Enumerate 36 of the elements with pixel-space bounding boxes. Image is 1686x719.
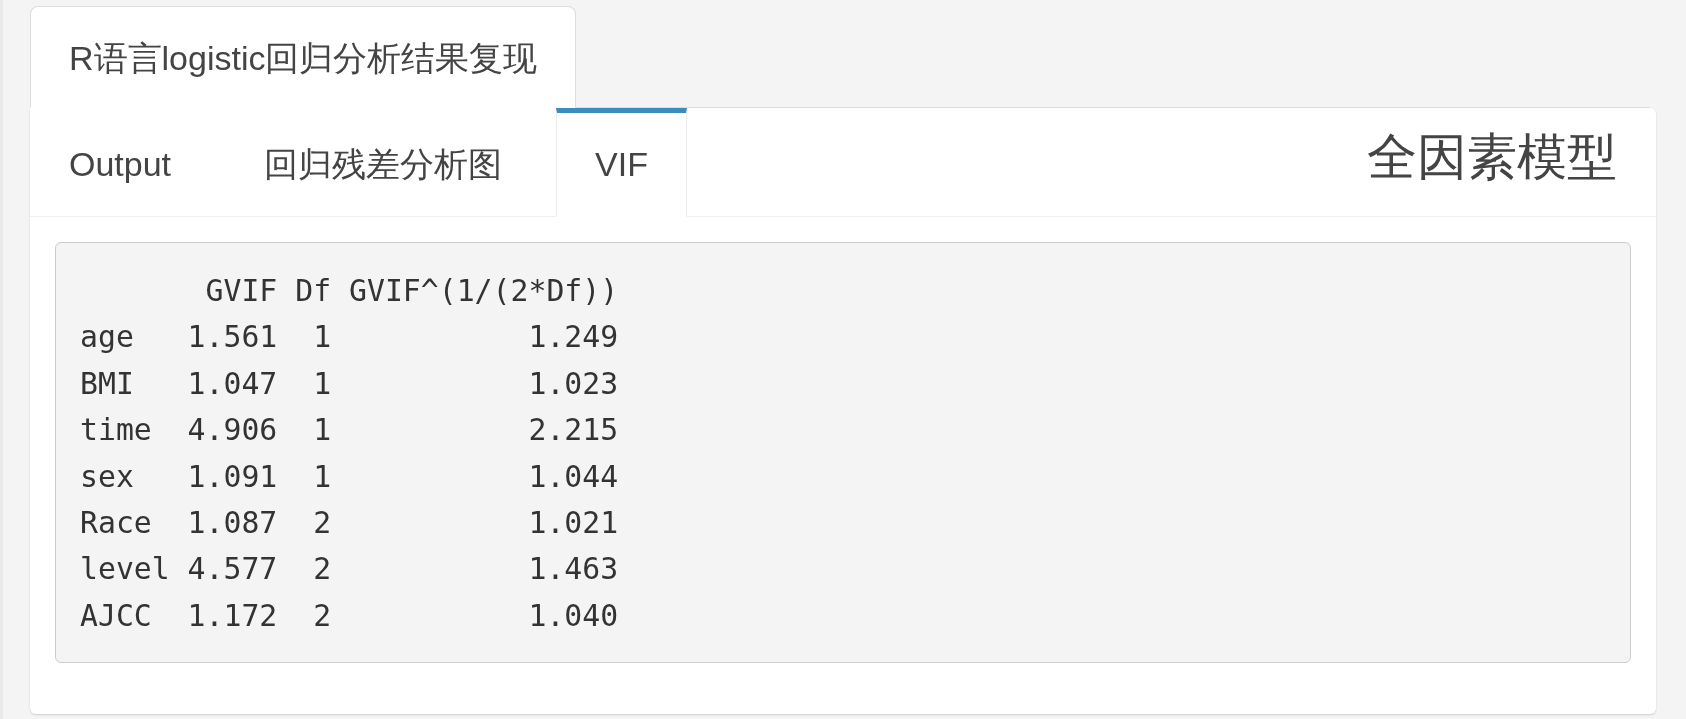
table-cell-text: 1 bbox=[313, 457, 332, 496]
tab[interactable]: R语言logistic回归分析结果复现 bbox=[30, 6, 577, 108]
table-cell-text: 1 bbox=[313, 318, 332, 357]
table-cell-text: 1.172 bbox=[187, 596, 278, 635]
column-header: GVIF^(1/(2*Df)) bbox=[349, 272, 619, 310]
table-cell-text: 2 bbox=[313, 550, 332, 589]
row-label: BMI bbox=[80, 364, 134, 403]
tab[interactable]: Output bbox=[30, 108, 211, 217]
table-cell-text: 1.023 bbox=[528, 364, 619, 403]
table-cell-text: 1.021 bbox=[528, 504, 619, 543]
row-label: Race bbox=[80, 504, 152, 543]
table-cell-text: 2 bbox=[313, 504, 332, 543]
row-label: time bbox=[80, 411, 152, 450]
row-label: sex bbox=[80, 457, 134, 496]
tab[interactable]: VIF bbox=[556, 108, 687, 217]
table-cell-text: 1.047 bbox=[187, 364, 278, 403]
panel-title: 全因素模型 bbox=[1367, 127, 1618, 187]
table-cell-text: 1 bbox=[313, 364, 332, 403]
table-cell-text: 4.577 bbox=[187, 550, 278, 589]
table-cell-text: 2 bbox=[313, 596, 332, 635]
table-cell-text: 1.091 bbox=[187, 457, 278, 496]
row-label: level bbox=[80, 550, 170, 589]
table-cell-text: 2.215 bbox=[528, 411, 619, 450]
row-label: age bbox=[80, 318, 134, 357]
table-cell-text: 1.249 bbox=[528, 318, 619, 357]
table-cell-text: 1.044 bbox=[528, 457, 619, 496]
table-cell-text: 1.463 bbox=[528, 550, 619, 589]
table-cell-text: 1.561 bbox=[187, 318, 278, 357]
row-label: AJCC bbox=[80, 596, 152, 635]
table-cell-text: 1 bbox=[313, 411, 332, 450]
column-header: GVIF bbox=[205, 272, 278, 310]
table-cell-text: 1.040 bbox=[528, 596, 619, 635]
tab[interactable]: 回归残差分析图 bbox=[225, 108, 542, 217]
table-cell-text: 4.906 bbox=[187, 411, 278, 450]
table-cell-text: 1.087 bbox=[187, 504, 278, 543]
column-header: Df bbox=[295, 272, 332, 310]
